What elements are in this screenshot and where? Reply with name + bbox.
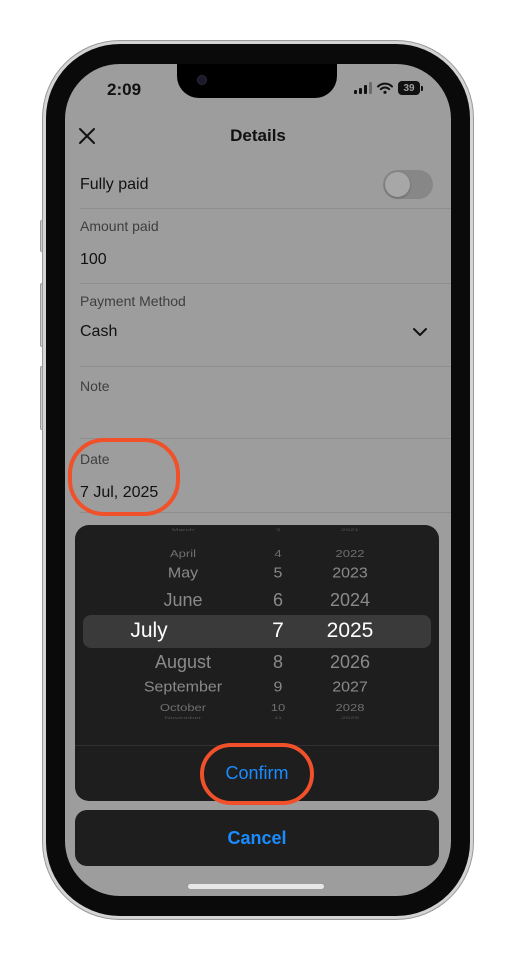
day-option[interactable]: 4 <box>263 548 293 559</box>
month-option[interactable]: October <box>115 702 251 713</box>
day-option[interactable]: 6 <box>263 590 293 611</box>
year-wheel[interactable]: 2021 2022 2023 2024 2025 2026 2027 2028 … <box>315 525 385 745</box>
confirm-highlight-annotation <box>200 743 314 805</box>
amount-paid-input[interactable]: 100 <box>80 251 107 269</box>
home-indicator <box>188 884 324 889</box>
divider <box>80 366 451 367</box>
day-option[interactable]: 7 <box>263 619 293 643</box>
day-option[interactable]: 11 <box>263 715 293 720</box>
month-option[interactable]: April <box>115 548 251 559</box>
status-time: 2:09 <box>107 80 142 99</box>
camera-icon <box>197 75 207 85</box>
year-option[interactable]: 2028 <box>315 702 385 713</box>
note-label: Note <box>80 378 110 394</box>
payment-method-select[interactable]: Cash <box>80 323 117 341</box>
month-option[interactable]: September <box>115 680 251 696</box>
amount-paid-label: Amount paid <box>80 218 159 234</box>
chevron-down-icon[interactable] <box>411 323 429 341</box>
month-option[interactable]: June <box>115 590 251 611</box>
payment-method-label: Payment Method <box>80 293 186 309</box>
cancel-button[interactable]: Cancel <box>75 810 439 866</box>
date-highlight-annotation <box>68 438 180 516</box>
divider <box>80 208 451 209</box>
day-option[interactable]: 3 <box>263 527 293 532</box>
month-option[interactable]: August <box>115 652 251 673</box>
day-wheel[interactable]: 3 4 5 6 7 8 9 10 11 <box>263 525 293 745</box>
fully-paid-label: Fully paid <box>80 176 149 193</box>
month-option[interactable]: May <box>115 566 251 582</box>
year-option[interactable]: 2021 <box>315 527 385 532</box>
toggle-knob <box>385 172 410 197</box>
note-input[interactable] <box>80 404 420 430</box>
year-option[interactable]: 2027 <box>315 680 385 696</box>
year-option[interactable]: 2024 <box>315 590 385 611</box>
year-option[interactable]: 2026 <box>315 652 385 673</box>
battery-tip <box>421 85 423 91</box>
header: Details <box>65 124 451 148</box>
year-option[interactable]: 2025 <box>315 619 385 643</box>
wifi-icon <box>377 82 393 94</box>
year-option[interactable]: 2029 <box>315 715 385 720</box>
day-option[interactable]: 10 <box>263 702 293 713</box>
month-option[interactable]: March <box>115 527 251 532</box>
day-option[interactable]: 5 <box>263 566 293 582</box>
fully-paid-toggle[interactable] <box>383 170 433 199</box>
year-option[interactable]: 2023 <box>315 566 385 582</box>
day-option[interactable]: 8 <box>263 652 293 673</box>
month-wheel[interactable]: March April May June July August Septemb… <box>115 525 251 745</box>
divider <box>80 283 451 284</box>
page-title: Details <box>230 126 286 145</box>
status-icons: 39 <box>354 81 423 95</box>
notch <box>177 64 337 98</box>
battery-icon: 39 <box>398 81 420 95</box>
month-option[interactable]: November <box>115 715 251 720</box>
year-option[interactable]: 2022 <box>315 548 385 559</box>
month-option[interactable]: July <box>99 619 199 643</box>
day-option[interactable]: 9 <box>263 680 293 696</box>
signal-icon <box>354 82 372 94</box>
